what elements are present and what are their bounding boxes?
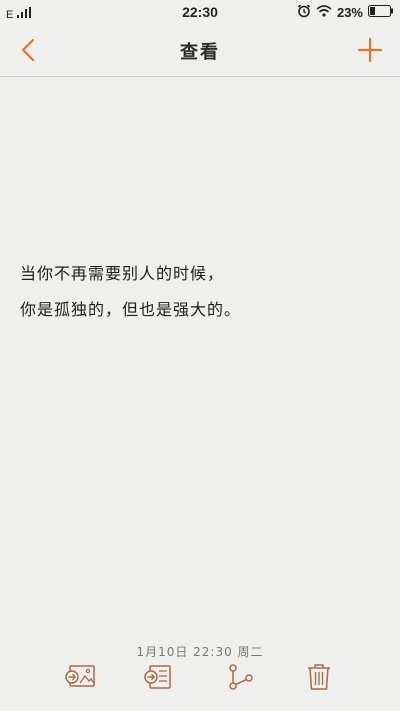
status-right-icons: 23% bbox=[297, 4, 394, 21]
add-button[interactable] bbox=[352, 34, 388, 70]
delete-button[interactable] bbox=[302, 662, 336, 696]
export-text-icon bbox=[142, 663, 174, 695]
note-body[interactable]: 当你不再需要别人的时候， 你是孤独的，但也是强大的。 bbox=[20, 258, 380, 330]
export-image-icon bbox=[64, 663, 96, 695]
trash-icon bbox=[306, 663, 332, 695]
battery-percent: 23% bbox=[336, 5, 363, 20]
export-text-button[interactable] bbox=[141, 662, 175, 696]
plus-icon bbox=[357, 37, 383, 66]
alarm-icon bbox=[297, 4, 311, 21]
status-bar: E 22:30 23% bbox=[0, 0, 400, 26]
note-timestamp: 1月10日 22:30 周二 bbox=[136, 645, 264, 659]
share-icon bbox=[226, 663, 254, 695]
wifi-icon bbox=[316, 5, 332, 20]
note-line: 当你不再需要别人的时候， bbox=[20, 264, 225, 283]
bottom-toolbar bbox=[0, 660, 400, 700]
export-image-button[interactable] bbox=[63, 662, 97, 696]
page-title: 查看 bbox=[180, 42, 220, 63]
battery-icon bbox=[368, 5, 394, 20]
share-button[interactable] bbox=[223, 662, 257, 696]
note-line: 你是孤独的，但也是强大的。 bbox=[20, 300, 242, 319]
nav-bar: 查看 bbox=[0, 26, 400, 77]
